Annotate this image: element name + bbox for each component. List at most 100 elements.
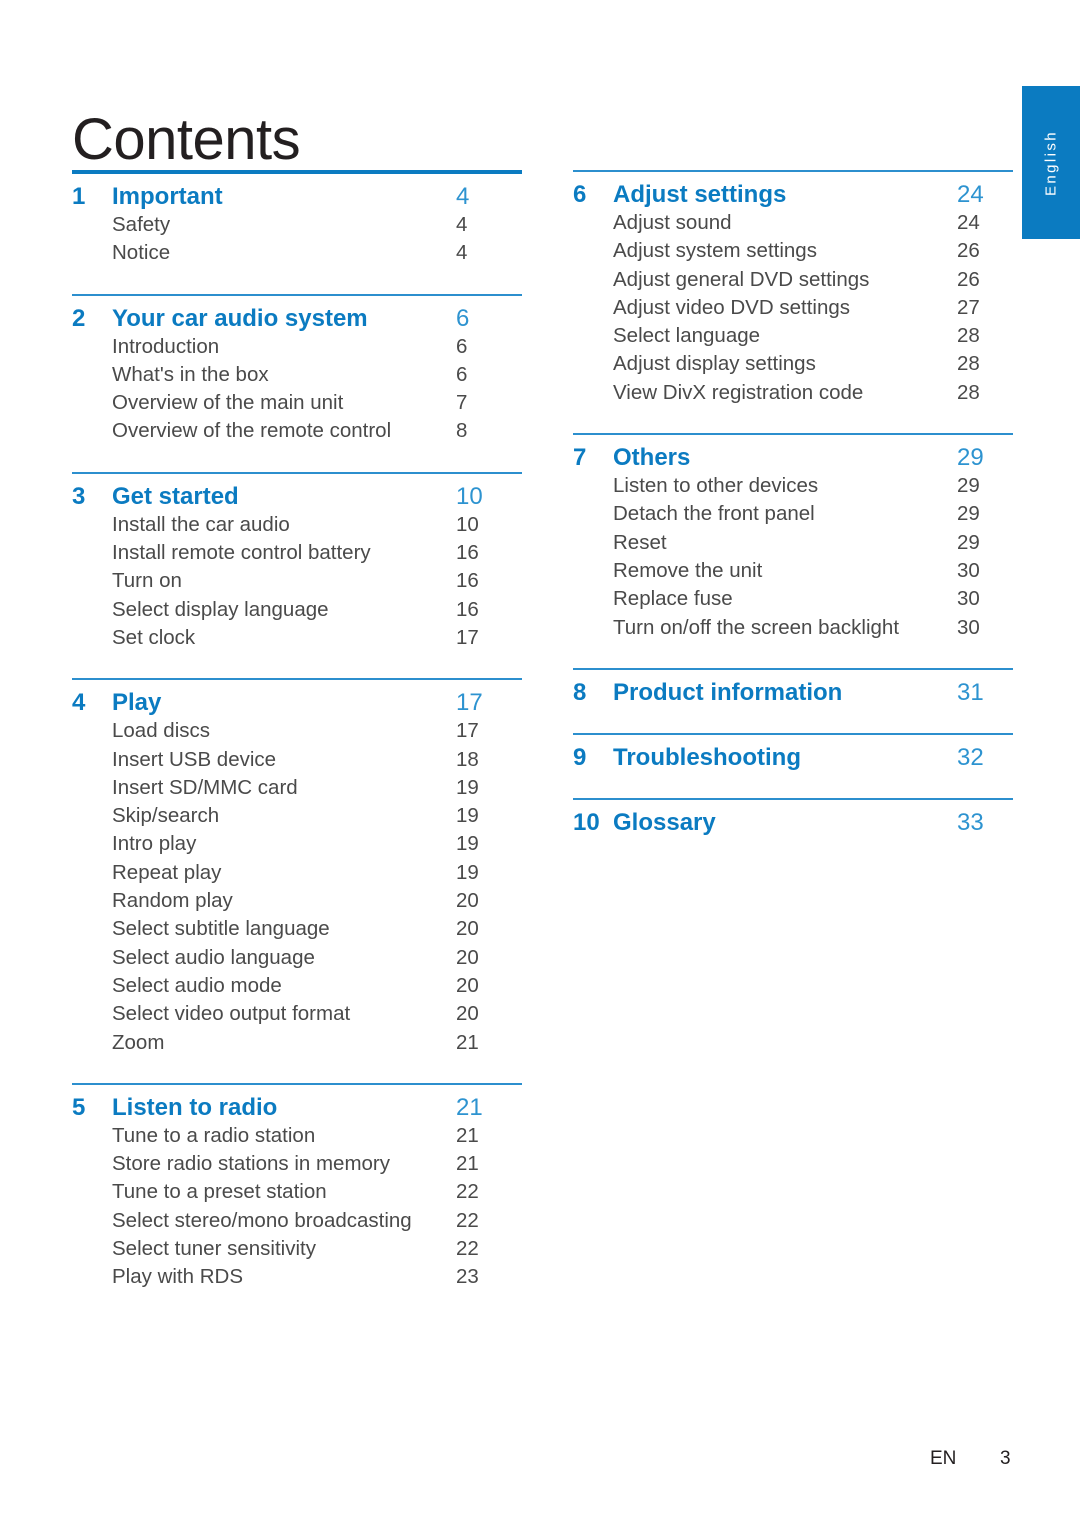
toc-entry-page: 21 (456, 1030, 479, 1054)
toc-entry[interactable]: Tune to a preset station 22 (72, 1178, 522, 1206)
section-divider (72, 170, 522, 174)
toc-section-heading[interactable]: 7 Others 29 (573, 444, 1013, 472)
toc-section-heading[interactable]: 3 Get started 10 (72, 483, 522, 511)
toc-section-number: 1 (72, 183, 86, 210)
toc-entry[interactable]: Play with RDS 23 (72, 1263, 522, 1291)
toc-entry[interactable]: Adjust display settings 28 (573, 350, 1013, 378)
toc-entry-page: 6 (456, 362, 468, 386)
toc-entry[interactable]: Insert USB device 18 (72, 746, 522, 774)
toc-entry-title: Safety (112, 213, 171, 236)
toc-entry-page: 22 (456, 1208, 479, 1232)
toc-entry[interactable]: Load discs 17 (72, 717, 522, 745)
toc-entry-title: Tune to a preset station (112, 1180, 327, 1204)
toc-entry[interactable]: Skip/search 19 (72, 802, 522, 830)
toc-entry-title: Turn on/off the screen backlight (613, 615, 900, 639)
toc-section: 8 Product information 31 (573, 667, 1013, 707)
toc-entry-page: 16 (456, 569, 479, 593)
toc-section-heading[interactable]: 4 Play 17 (72, 689, 522, 717)
toc-entry[interactable]: Reset 29 (573, 529, 1013, 557)
toc-entry[interactable]: View DivX registration code 28 (573, 379, 1013, 407)
toc-section-page: 29 (957, 444, 984, 472)
toc-entry-page: 10 (456, 512, 479, 536)
toc-section-heading[interactable]: 10 Glossary 33 (573, 809, 1013, 837)
toc-entry[interactable]: Select subtitle language 20 (72, 915, 522, 943)
toc-entry[interactable]: What's in the box 6 (72, 361, 522, 389)
toc-entry[interactable]: Safety 4 (72, 211, 522, 239)
toc-entry[interactable]: Turn on/off the screen backlight 30 (573, 614, 1013, 642)
toc-entry[interactable]: Detach the front panel 29 (573, 500, 1013, 528)
toc-section-page: 32 (957, 743, 984, 771)
toc-entry-page: 20 (456, 945, 479, 969)
toc-entry-title: Adjust display settings (613, 352, 816, 376)
toc-entry[interactable]: Repeat play 19 (72, 859, 522, 887)
toc-entry[interactable]: Random play 20 (72, 887, 522, 915)
toc-column-right: 6 Adjust settings 24 Adjust sound 24 Adjust s… (573, 170, 1013, 863)
toc-entry-title: Random play (112, 889, 233, 913)
toc-section-page: 17 (456, 689, 483, 717)
language-tab-label: English (1042, 129, 1060, 196)
toc-entry[interactable]: Introduction 6 (72, 333, 522, 361)
toc-entry[interactable]: Select video output format 20 (72, 1000, 522, 1028)
toc-section-heading[interactable]: 1 Important 4 (72, 183, 522, 211)
toc-entry[interactable]: Adjust system settings 26 (573, 237, 1013, 265)
toc-entry[interactable]: Select language 28 (573, 322, 1013, 350)
toc-section-number: 5 (72, 1093, 86, 1121)
toc-entry-page: 20 (456, 1002, 479, 1026)
toc-entry[interactable]: Listen to other devices 29 (573, 472, 1013, 500)
toc-entry-title: Detach the front panel (613, 502, 815, 526)
toc-entry-page: 29 (957, 474, 980, 498)
toc-entry[interactable]: Select audio language 20 (72, 944, 522, 972)
toc-entry[interactable]: Adjust video DVD settings 27 (573, 294, 1013, 322)
toc-entry-title: Reset (613, 530, 667, 554)
toc-entry[interactable]: Select audio mode 20 (72, 972, 522, 1000)
toc-entry[interactable]: Insert SD/MMC card 19 (72, 774, 522, 802)
toc-entry[interactable]: Select stereo/mono broadcasting 22 (72, 1207, 522, 1235)
toc-section-page: 21 (456, 1093, 483, 1121)
toc-section-heading[interactable]: 2 Your car audio system 6 (72, 305, 522, 333)
toc-entry-page: 20 (456, 889, 479, 913)
toc-entry-title: Select display language (112, 597, 329, 621)
toc-section-heading[interactable]: 6 Adjust settings 24 (573, 181, 1013, 209)
toc-section-heading[interactable]: 5 Listen to radio 21 (72, 1094, 522, 1122)
toc-entry[interactable]: Overview of the remote control 8 (72, 417, 522, 445)
toc-section: 6 Adjust settings 24 Adjust sound 24 Adjust s… (573, 170, 1013, 407)
toc-entry[interactable]: Select display language 16 (72, 596, 522, 624)
toc-section-page: 31 (957, 678, 984, 706)
toc-entry[interactable]: Turn on 16 (72, 567, 522, 595)
toc-entry[interactable]: Select tuner sensitivity 22 (72, 1235, 522, 1263)
toc-entry[interactable]: Remove the unit 30 (573, 557, 1013, 585)
toc-entry[interactable]: Adjust general DVD settings 26 (573, 266, 1013, 294)
toc-entry[interactable]: Store radio stations in memory 21 (72, 1150, 522, 1178)
toc-entry[interactable]: Install the car audio 10 (72, 511, 522, 539)
toc-entry-title: Tune to a radio station (112, 1123, 316, 1147)
toc-entry-page: 4 (456, 213, 468, 236)
toc-entry[interactable]: Set clock 17 (72, 624, 522, 652)
toc-entry[interactable]: Adjust sound 24 (573, 209, 1013, 237)
toc-entry[interactable]: Tune to a radio station 21 (72, 1122, 522, 1150)
footer-page-number: 3 (1000, 1448, 1011, 1469)
toc-section-page: 33 (957, 808, 984, 836)
section-divider (573, 433, 1013, 436)
toc-section-title: Play (112, 689, 162, 717)
toc-entry[interactable]: Install remote control battery 16 (72, 539, 522, 567)
toc-entry-title: Remove the unit (613, 558, 763, 582)
toc-section: 2 Your car audio system 6 Introduction 6 What… (72, 293, 522, 446)
section-divider (72, 1082, 522, 1085)
toc-entry[interactable]: Zoom 21 (72, 1029, 522, 1057)
toc-entry-title: Select language (613, 324, 761, 348)
toc-entry-title: Adjust general DVD settings (613, 267, 870, 291)
toc-section-heading[interactable]: 8 Product information 31 (573, 679, 1013, 707)
toc-entry-page: 28 (957, 352, 980, 376)
section-divider (72, 293, 522, 296)
toc-entry[interactable]: Intro play 19 (72, 830, 522, 858)
toc-entry-title: Replace fuse (613, 587, 733, 611)
toc-entry[interactable]: Notice 4 (72, 239, 522, 267)
toc-entry-page: 22 (456, 1180, 479, 1204)
toc-entry[interactable]: Overview of the main unit 7 (72, 389, 522, 417)
toc-entry[interactable]: Replace fuse 30 (573, 585, 1013, 613)
toc-section-page: 4 (456, 183, 470, 210)
page-footer: EN 3 (0, 1448, 1080, 1478)
toc-section-heading[interactable]: 9 Troubleshooting 32 (573, 744, 1013, 772)
toc-entry-page: 17 (456, 625, 479, 649)
toc-section-number: 8 (573, 678, 587, 706)
